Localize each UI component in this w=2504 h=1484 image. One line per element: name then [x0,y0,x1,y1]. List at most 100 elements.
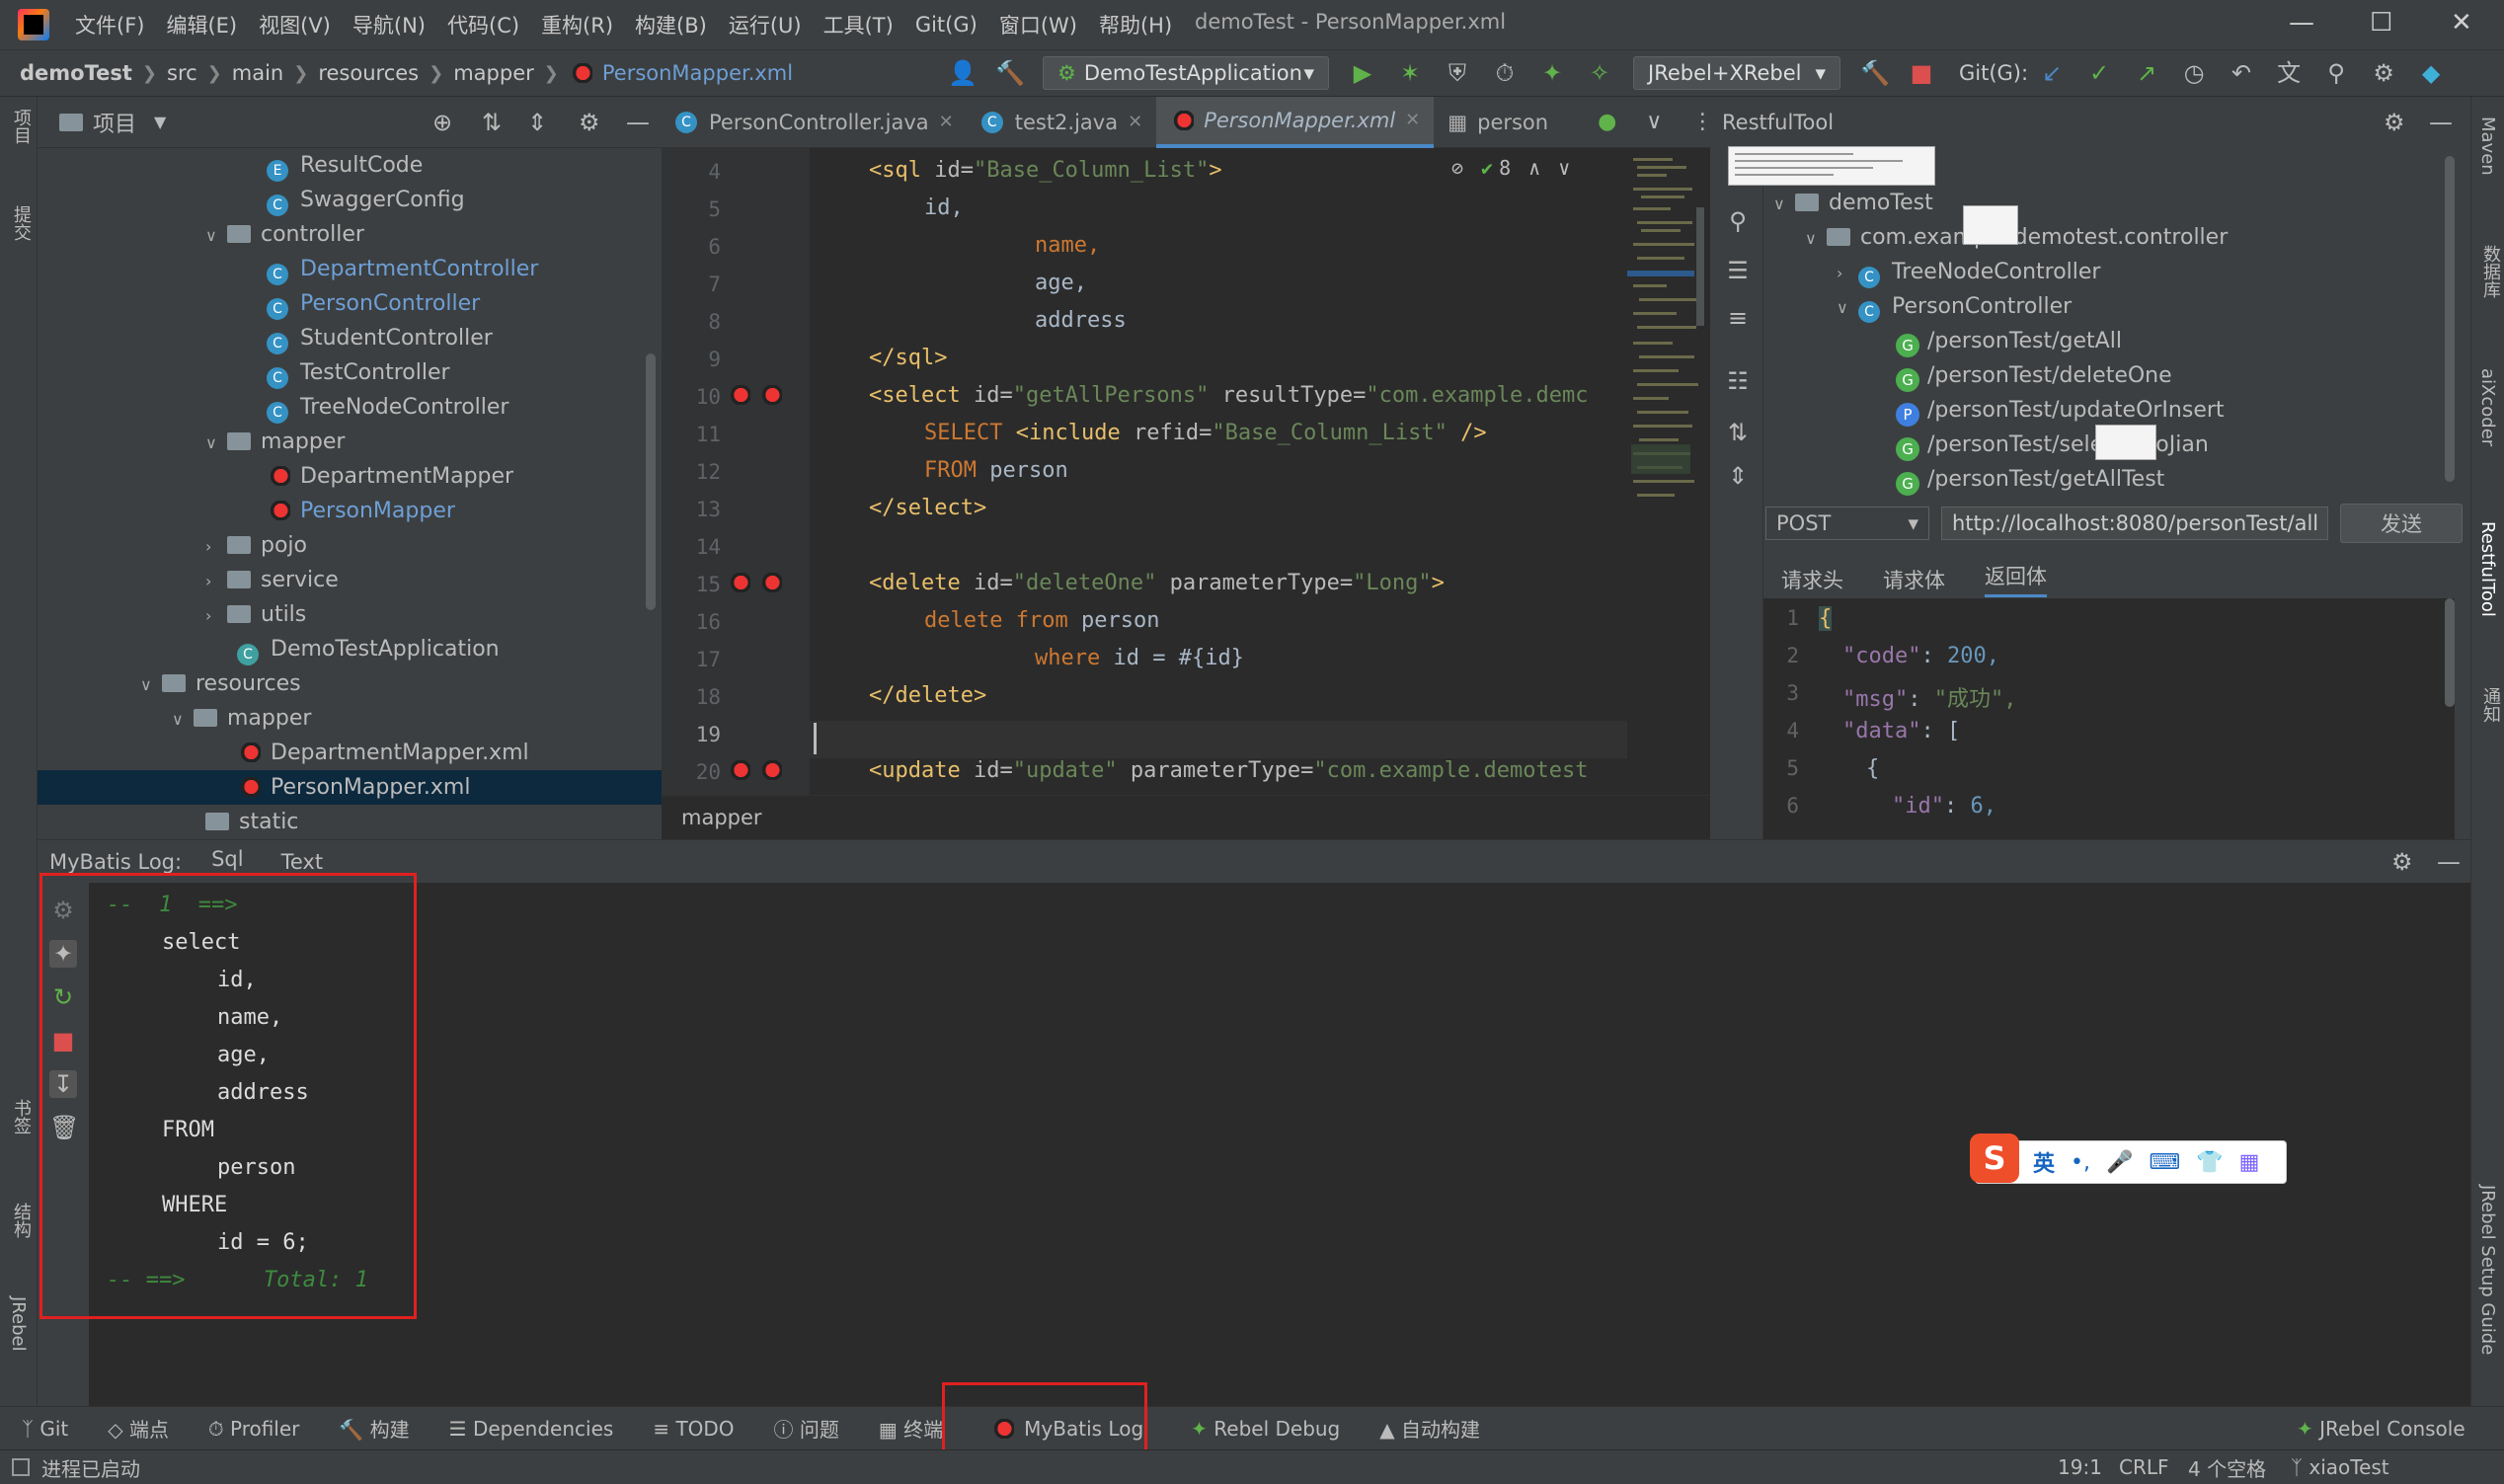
scrollbar[interactable] [2445,598,2455,707]
tab-profiler[interactable]: ⏱ Profiler [208,1417,299,1441]
chevron-up-icon[interactable]: ∧ [1528,156,1540,180]
tree-item[interactable]: DepartmentMapper [267,459,513,494]
maximize-icon[interactable]: ☐ [2370,8,2392,38]
tab-rebel-debug[interactable]: ✦ Rebel Debug [1191,1417,1340,1441]
keyboard-icon[interactable]: ⌨ [2149,1150,2180,1175]
tree-item[interactable]: C TestController [267,355,450,390]
menu-refactor[interactable]: 重构(R) [541,10,613,39]
breadcrumb-resources[interactable]: resources [318,61,419,85]
menu-code[interactable]: 代码(C) [447,10,519,39]
tab-problems[interactable]: ⓘ 问题 [774,1414,839,1443]
chevron-down-icon[interactable]: ∨ [205,426,227,460]
stripe-restfultool[interactable]: RestfulTool [2477,521,2498,617]
hide-icon[interactable]: — [2429,109,2453,136]
history-icon[interactable]: ◷ [2180,59,2208,87]
tab-person-controller[interactable]: C PersonController.java ✕ [662,97,968,148]
breadcrumb-mapper[interactable]: mapper [453,61,534,85]
tab-test2[interactable]: Ctest2.java ✕ [968,97,1156,148]
tab-person-table[interactable]: ▦ person [1434,97,1562,148]
stripe-bookmarks[interactable]: 书签 [8,1099,34,1134]
jrebel-debug-icon[interactable]: ✧ [1586,59,1613,87]
menu-build[interactable]: 构建(B) [635,10,707,39]
footer-breadcrumb[interactable]: mapper [681,806,762,829]
settings-gear-icon[interactable]: ⚙ [2370,59,2397,87]
close-icon[interactable]: ✕ [939,112,954,132]
run-icon[interactable]: ▶ [1349,59,1376,87]
stripe-database[interactable]: 数据库 [2477,245,2503,298]
stop-icon[interactable]: ■ [1908,59,1935,87]
chevron-down-icon[interactable]: ▼ [154,113,166,131]
stripe-aixcoder[interactable]: aiXcoder [2477,368,2498,446]
code-minimap[interactable] [1627,148,1710,795]
user-icon[interactable]: 👤 [948,59,978,87]
stripe-structure[interactable]: 结构 [8,1203,34,1238]
scrollbar[interactable] [2445,156,2455,482]
search-icon[interactable]: ⚲ [2322,59,2350,87]
settings-sliders-icon[interactable]: ≡ [1724,304,1752,332]
tab-todo[interactable]: ≡ TODO [653,1417,734,1441]
stripe-jrebel-setup[interactable]: JRebel Setup Guide [2477,1185,2498,1355]
skin-shirt-icon[interactable]: 👕 [2196,1150,2223,1175]
indent-setting[interactable]: 4 个空格 [2188,1453,2266,1482]
stripe-commit[interactable]: 提交 [8,205,34,241]
hide-icon[interactable]: — [626,109,650,136]
inspection-widget[interactable]: ⊘ ✔ 8 ∧ ∨ [1451,156,1570,180]
mybatis-navigate-icon[interactable] [727,573,750,592]
columns-icon[interactable]: ☷ [1724,367,1752,395]
chevron-down-icon[interactable]: ∨ [1805,221,1827,256]
menu-edit[interactable]: 编辑(E) [166,10,237,39]
tab-dependencies[interactable]: ☰ Dependencies [449,1417,614,1441]
git-push-icon[interactable]: ↗ [2133,59,2160,87]
chevron-right-icon[interactable]: › [205,529,227,564]
search-icon[interactable]: ⚲ [1724,207,1752,235]
cursor-position[interactable]: 19:1 [2058,1455,2102,1479]
tab-sql[interactable]: Sql [211,847,244,876]
tab-jrebel-console[interactable]: ✦ JRebel Console [2297,1417,2465,1441]
gear-icon[interactable]: ⚙ [2391,848,2413,876]
chevron-down-icon[interactable]: ∨ [140,667,162,702]
tree-item[interactable]: PersonMapper [267,494,455,528]
tree-item[interactable]: › utils [205,597,306,632]
menu-window[interactable]: 窗口(W) [999,10,1077,39]
restful-controller[interactable]: › C TreeNodeController [1837,255,2100,289]
breadcrumb-main[interactable]: main [232,61,283,85]
locate-icon[interactable]: ⊕ [432,109,452,136]
run-config-select[interactable]: ⚙ DemoTestApplication ▾ [1043,56,1329,90]
tab-response-body[interactable]: 返回体 [1985,561,2047,597]
close-window-icon[interactable]: ✕ [2451,8,2472,38]
apps-grid-icon[interactable]: ▦ [2239,1150,2260,1175]
expand-all-icon[interactable]: ⇅ [482,109,502,136]
collapse-all-icon[interactable]: ⇕ [527,109,547,136]
tree-item[interactable]: C PersonController [267,286,480,321]
minimize-icon[interactable]: — [2289,8,2314,38]
close-icon[interactable]: ✕ [1128,112,1142,132]
tab-terminal[interactable]: ▦ 终端 [879,1414,943,1443]
tree-item[interactable]: C SwaggerConfig [267,183,465,217]
stripe-notifications[interactable]: 通知 [2477,687,2503,723]
close-icon[interactable]: ✕ [1405,110,1420,130]
rollback-icon[interactable]: ↶ [2228,59,2255,87]
chevron-right-icon[interactable]: › [205,598,227,633]
send-button[interactable]: 发送 [2340,504,2463,543]
coverage-icon[interactable]: ⛨ [1444,59,1471,87]
chevron-right-icon[interactable]: › [1837,256,1858,290]
ime-language[interactable]: 英 [2033,1146,2055,1178]
endpoint-item[interactable]: P/personTest/updateOrInsert [1896,393,2225,428]
tree-item[interactable]: › service [205,563,339,597]
project-title[interactable]: 项目 [93,107,136,138]
eye-off-icon[interactable]: ⊘ [1451,156,1463,180]
mybatis-navigate-icon[interactable] [758,385,782,405]
menu-view[interactable]: 视图(V) [259,10,331,39]
stripe-jrebel[interactable]: JRebel [8,1296,29,1352]
panel-toggle-icon[interactable] [12,1458,30,1476]
menu-tools[interactable]: 工具(T) [823,10,894,39]
microphone-icon[interactable]: 🎤 [2106,1150,2133,1175]
tree-item[interactable]: C StudentController [267,321,493,355]
chevron-right-icon[interactable]: › [205,564,227,598]
breadcrumb-project[interactable]: demoTest [20,61,132,85]
hide-icon[interactable]: — [2437,848,2461,876]
build-hammer-icon[interactable]: 🔨 [995,59,1025,87]
method-select[interactable]: POST ▾ [1765,507,1929,540]
tree-item[interactable]: static [205,805,298,839]
restful-root[interactable]: ∨ demoTest [1773,186,1933,220]
